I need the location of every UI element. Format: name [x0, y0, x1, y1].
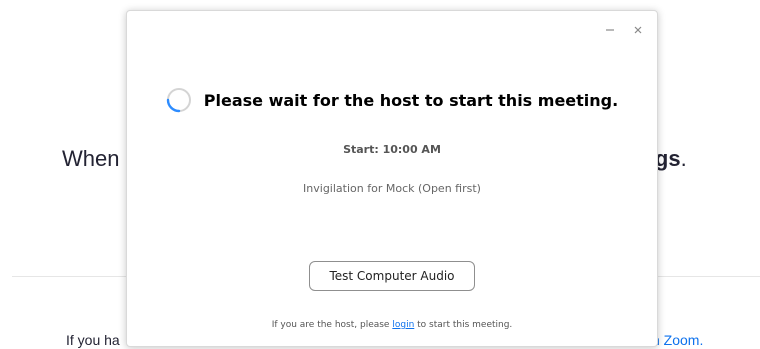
meeting-start-time: Start: 10:00 AM	[343, 143, 441, 156]
test-computer-audio-button[interactable]: Test Computer Audio	[309, 261, 475, 291]
close-icon[interactable]	[631, 23, 645, 37]
waiting-for-host-dialog: Please wait for the host to start this m…	[126, 10, 658, 347]
loading-spinner-icon	[166, 88, 191, 113]
meeting-topic: Invigilation for Mock (Open first)	[303, 182, 481, 195]
host-note-text-before: If you are the host, please	[271, 320, 393, 330]
host-note-text-after: to start this meeting.	[414, 320, 513, 330]
title-row: Please wait for the host to start this m…	[127, 87, 657, 113]
window-controls	[603, 23, 645, 37]
minimize-icon[interactable]	[603, 23, 617, 37]
background-heading-period: .	[680, 146, 687, 171]
background-heading-left: When	[62, 146, 120, 171]
background-footer-left: If you ha	[66, 332, 120, 348]
host-login-note: If you are the host, please login to sta…	[127, 320, 657, 330]
dialog-title: Please wait for the host to start this m…	[203, 90, 619, 110]
background-footer-link[interactable]: n Zoom.	[652, 332, 703, 348]
login-link[interactable]: login	[392, 320, 414, 330]
